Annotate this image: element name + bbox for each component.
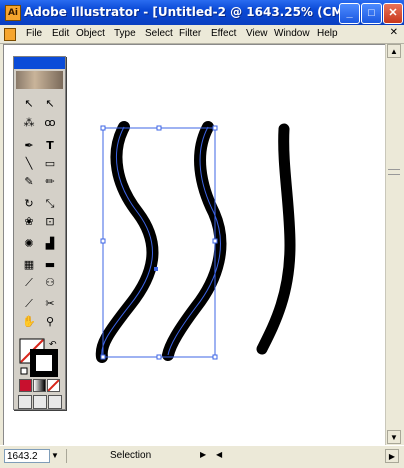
status-bar: 1643.2 ▼ Selection ▶ ◀ ▶ [0,445,404,468]
menu-view[interactable]: View [246,28,268,39]
magic-wand-icon[interactable]: ⁂ [19,114,39,131]
type-icon[interactable]: T [40,137,60,154]
menu-edit[interactable]: Edit [52,28,69,39]
fill-stroke-swatches[interactable]: ↶ [19,338,59,378]
scissors-icon[interactable]: ✂ [40,295,60,312]
toolbox-title-bar[interactable] [14,57,65,69]
current-tool-status: Selection [110,450,152,461]
menu-effect[interactable]: Effect [211,28,236,39]
toolbox-venus-image[interactable] [16,71,63,89]
rectangle-icon[interactable]: ▭ [40,155,60,172]
color-button[interactable] [19,379,32,392]
mesh-icon[interactable]: ▦ [19,256,39,273]
minimize-button[interactable]: _ [339,3,360,24]
scroll-thumb-mark [388,169,400,170]
scroll-up-arrow[interactable]: ▲ [387,44,401,58]
gradient-icon[interactable]: ▬ [40,256,60,273]
line-segment-icon[interactable]: ╲ [19,155,39,172]
menu-window[interactable]: Window [274,28,310,39]
menu-file[interactable]: File [26,28,42,39]
document-close-button[interactable]: ✕ [390,27,398,38]
selection-arrow-icon[interactable]: ↖ [19,95,39,112]
pen-icon[interactable]: ✒ [19,137,39,154]
slice-icon[interactable]: ⟋ [19,295,39,312]
window-title: Adobe Illustrator - [Untitled-2 @ 1643.2… [24,5,342,19]
title-bar: Ai Adobe Illustrator - [Untitled-2 @ 164… [0,0,404,25]
warp-icon[interactable]: ❀ [19,213,39,230]
brush-stroke-1[interactable] [95,121,159,363]
scroll-right-arrow[interactable]: ▶ [385,449,399,463]
full-screen-menu-mode-icon[interactable] [33,395,47,409]
menu-select[interactable]: Select [145,28,173,39]
none-button[interactable] [47,379,60,392]
hand-icon[interactable]: ✋ [19,313,39,330]
symbol-sprayer-icon[interactable]: ✺ [19,235,39,252]
zoom-dropdown-arrow[interactable]: ▼ [50,449,60,463]
blend-icon[interactable]: ⚇ [40,274,60,291]
standard-screen-mode-icon[interactable] [18,395,32,409]
direct-selection-icon[interactable]: ↖ [40,95,60,112]
svg-text:↶: ↶ [49,340,57,350]
menu-filter[interactable]: Filter [179,28,201,39]
paintbrush-icon[interactable]: ✎ [19,173,39,190]
document-icon[interactable] [4,28,16,41]
stroke-swatch [30,349,58,377]
eyedropper-icon[interactable]: ⟋ [19,274,39,291]
scroll-left-arrow[interactable]: ◀ [216,450,222,459]
free-transform-icon[interactable]: ⊡ [40,213,60,230]
status-menu-arrow[interactable]: ▶ [200,450,206,459]
lasso-icon[interactable]: ꝏ [40,114,60,131]
illustrator-app-icon[interactable]: Ai [5,5,21,21]
zoom-icon[interactable]: ⚲ [40,313,60,330]
zoom-level-field[interactable]: 1643.2 [4,449,50,463]
rotate-icon[interactable]: ↻ [19,195,39,212]
menu-help[interactable]: Help [317,28,338,39]
pencil-icon[interactable]: ✏ [40,173,60,190]
status-divider [66,449,67,463]
maximize-button[interactable]: □ [361,3,382,24]
menu-object[interactable]: Object [76,28,105,39]
menu-bar: File Edit Object Type Select Filter Effe… [0,25,404,44]
vertical-scrollbar[interactable]: ▲ ▼ [385,44,402,445]
brush-stroke-3[interactable] [256,123,296,355]
full-screen-mode-icon[interactable] [48,395,62,409]
menu-type[interactable]: Type [114,28,136,39]
scale-icon[interactable]: ⤡ [40,195,60,212]
graph-icon[interactable]: ▟ [40,235,60,252]
scroll-thumb-mark [388,174,400,175]
center-point [154,267,158,271]
close-button[interactable]: ✕ [383,3,403,24]
scroll-down-arrow[interactable]: ▼ [387,430,401,444]
toolbox-panel: ↖ ↖ ⁂ ꝏ ✒ T ╲ ▭ ✎ ✏ ↻ ⤡ ❀ ⊡ ✺ ▟ ▦ ▬ ⟋ ⚇ … [13,56,66,410]
gradient-button[interactable] [33,379,46,392]
